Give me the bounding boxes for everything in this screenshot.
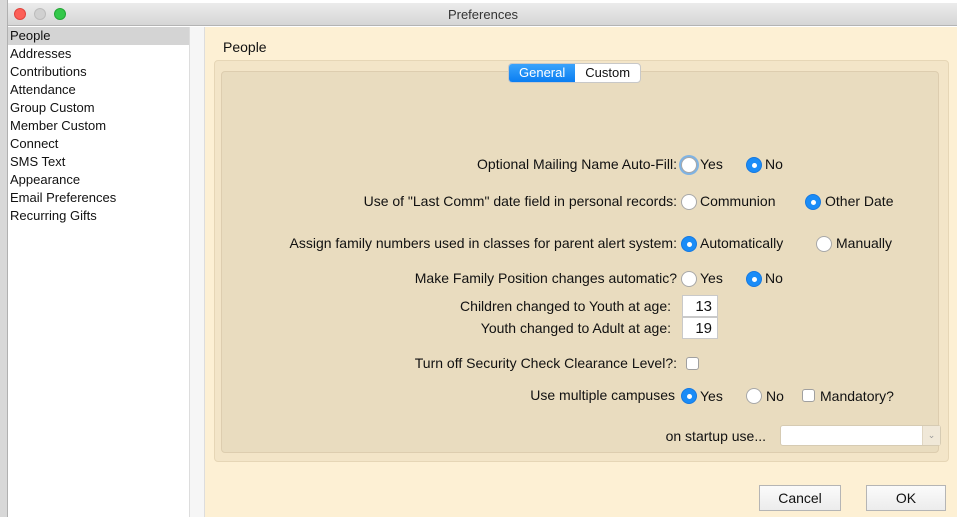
mandatory-checkbox[interactable]: [802, 389, 815, 402]
security-check-label: Turn off Security Check Clearance Level?…: [414, 355, 677, 371]
ok-button[interactable]: OK: [866, 485, 946, 511]
sidebar-item-appearance[interactable]: Appearance: [8, 171, 189, 189]
campuses-no-label: No: [766, 388, 784, 404]
sidebar-item-group-custom[interactable]: Group Custom: [8, 99, 189, 117]
position-no-radio[interactable]: [746, 271, 762, 287]
communion-radio[interactable]: [681, 194, 697, 210]
position-yes-label: Yes: [700, 270, 723, 286]
mailing-autofill-label: Optional Mailing Name Auto-Fill:: [477, 156, 677, 172]
other-date-label: Other Date: [825, 193, 894, 209]
communion-label: Communion: [700, 193, 776, 209]
title-bar: Preferences: [8, 3, 957, 26]
mailing-yes-label: Yes: [700, 156, 723, 172]
sidebar-item-contributions[interactable]: Contributions: [8, 63, 189, 81]
startup-select[interactable]: ⌄: [780, 425, 941, 446]
sidebar-item-member-custom[interactable]: Member Custom: [8, 117, 189, 135]
content-pane: People General Custom Optional Mailing N…: [205, 27, 957, 517]
sidebar-item-connect[interactable]: Connect: [8, 135, 189, 153]
sidebar-item-email-preferences[interactable]: Email Preferences: [8, 189, 189, 207]
campuses-yes-radio[interactable]: [681, 388, 697, 404]
automatically-radio[interactable]: [681, 236, 697, 252]
adult-age-label: Youth changed to Adult at age:: [480, 320, 671, 336]
splitter[interactable]: [189, 27, 205, 517]
sidebar-item-addresses[interactable]: Addresses: [8, 45, 189, 63]
position-yes-radio[interactable]: [681, 271, 697, 287]
manually-radio[interactable]: [816, 236, 832, 252]
mailing-no-label: No: [765, 156, 783, 172]
adult-age-input[interactable]: 19: [682, 317, 718, 339]
family-numbers-label: Assign family numbers used in classes fo…: [289, 235, 678, 251]
chevron-down-icon[interactable]: ⌄: [922, 426, 940, 445]
window-title: Preferences: [447, 7, 519, 22]
other-date-radio[interactable]: [805, 194, 821, 210]
sidebar-item-recurring-gifts[interactable]: Recurring Gifts: [8, 207, 189, 225]
youth-age-label: Children changed to Youth at age:: [460, 298, 671, 314]
family-position-label: Make Family Position changes automatic?: [414, 270, 677, 286]
sidebar: People Addresses Contributions Attendanc…: [8, 27, 189, 517]
campuses-label: Use multiple campuses: [530, 387, 675, 403]
mailing-yes-radio[interactable]: [681, 157, 697, 173]
campuses-yes-label: Yes: [700, 388, 723, 404]
campuses-no-radio[interactable]: [746, 388, 762, 404]
tab-custom[interactable]: Custom: [575, 64, 640, 82]
startup-label: on startup use...: [665, 428, 766, 444]
position-no-label: No: [765, 270, 783, 286]
mailing-no-radio[interactable]: [746, 157, 762, 173]
manually-label: Manually: [836, 235, 893, 251]
automatically-label: Automatically: [700, 235, 784, 251]
last-comm-label: Use of "Last Comm" date field in persona…: [363, 193, 677, 209]
page-title: People: [223, 39, 267, 55]
preferences-window: Preferences People Addresses Contributio…: [7, 0, 957, 517]
mandatory-label: Mandatory?: [820, 388, 894, 404]
cancel-button[interactable]: Cancel: [759, 485, 841, 511]
sidebar-item-people[interactable]: People: [8, 27, 189, 45]
tab-general[interactable]: General: [509, 64, 576, 82]
sidebar-item-sms-text[interactable]: SMS Text: [8, 153, 189, 171]
sidebar-item-attendance[interactable]: Attendance: [8, 81, 189, 99]
tab-bar: General Custom: [508, 63, 642, 83]
security-check-checkbox[interactable]: [686, 357, 699, 370]
youth-age-input[interactable]: 13: [682, 295, 718, 317]
